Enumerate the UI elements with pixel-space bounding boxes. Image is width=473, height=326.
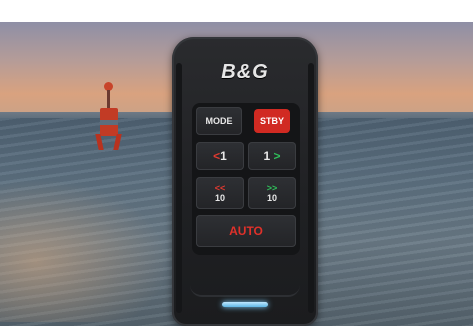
port-10-button[interactable]: << 10 xyxy=(196,177,244,209)
double-starboard-arrow-icon: >> xyxy=(266,183,278,193)
auto-button[interactable]: AUTO xyxy=(196,215,296,247)
right-grip xyxy=(308,63,314,313)
bottom-rim xyxy=(190,265,300,297)
mode-button[interactable]: MODE xyxy=(196,107,242,135)
starboard-1-button[interactable]: 1 > xyxy=(248,142,296,170)
port-1-label: 1 xyxy=(220,149,227,163)
autopilot-remote: B&G MODE STBY <1 1 > << 10 >> 10 AUTO xyxy=(172,37,318,326)
status-led xyxy=(222,302,268,307)
standby-button[interactable]: STBY xyxy=(254,109,290,133)
left-grip xyxy=(176,63,182,313)
port-10-label: 10 xyxy=(214,193,225,203)
starboard-10-button[interactable]: >> 10 xyxy=(248,177,296,209)
starboard-10-label: 10 xyxy=(266,193,277,203)
port-1-button[interactable]: <1 xyxy=(196,142,244,170)
sun-reflection xyxy=(0,172,180,322)
brand-logo: B&G xyxy=(221,61,269,83)
starboard-arrow-icon: > xyxy=(273,149,281,163)
keypad: MODE STBY <1 1 > << 10 >> 10 AUTO xyxy=(192,103,300,255)
marker-buoy xyxy=(92,82,128,182)
double-port-arrow-icon: << xyxy=(214,183,226,193)
starboard-1-label: 1 xyxy=(263,149,271,163)
